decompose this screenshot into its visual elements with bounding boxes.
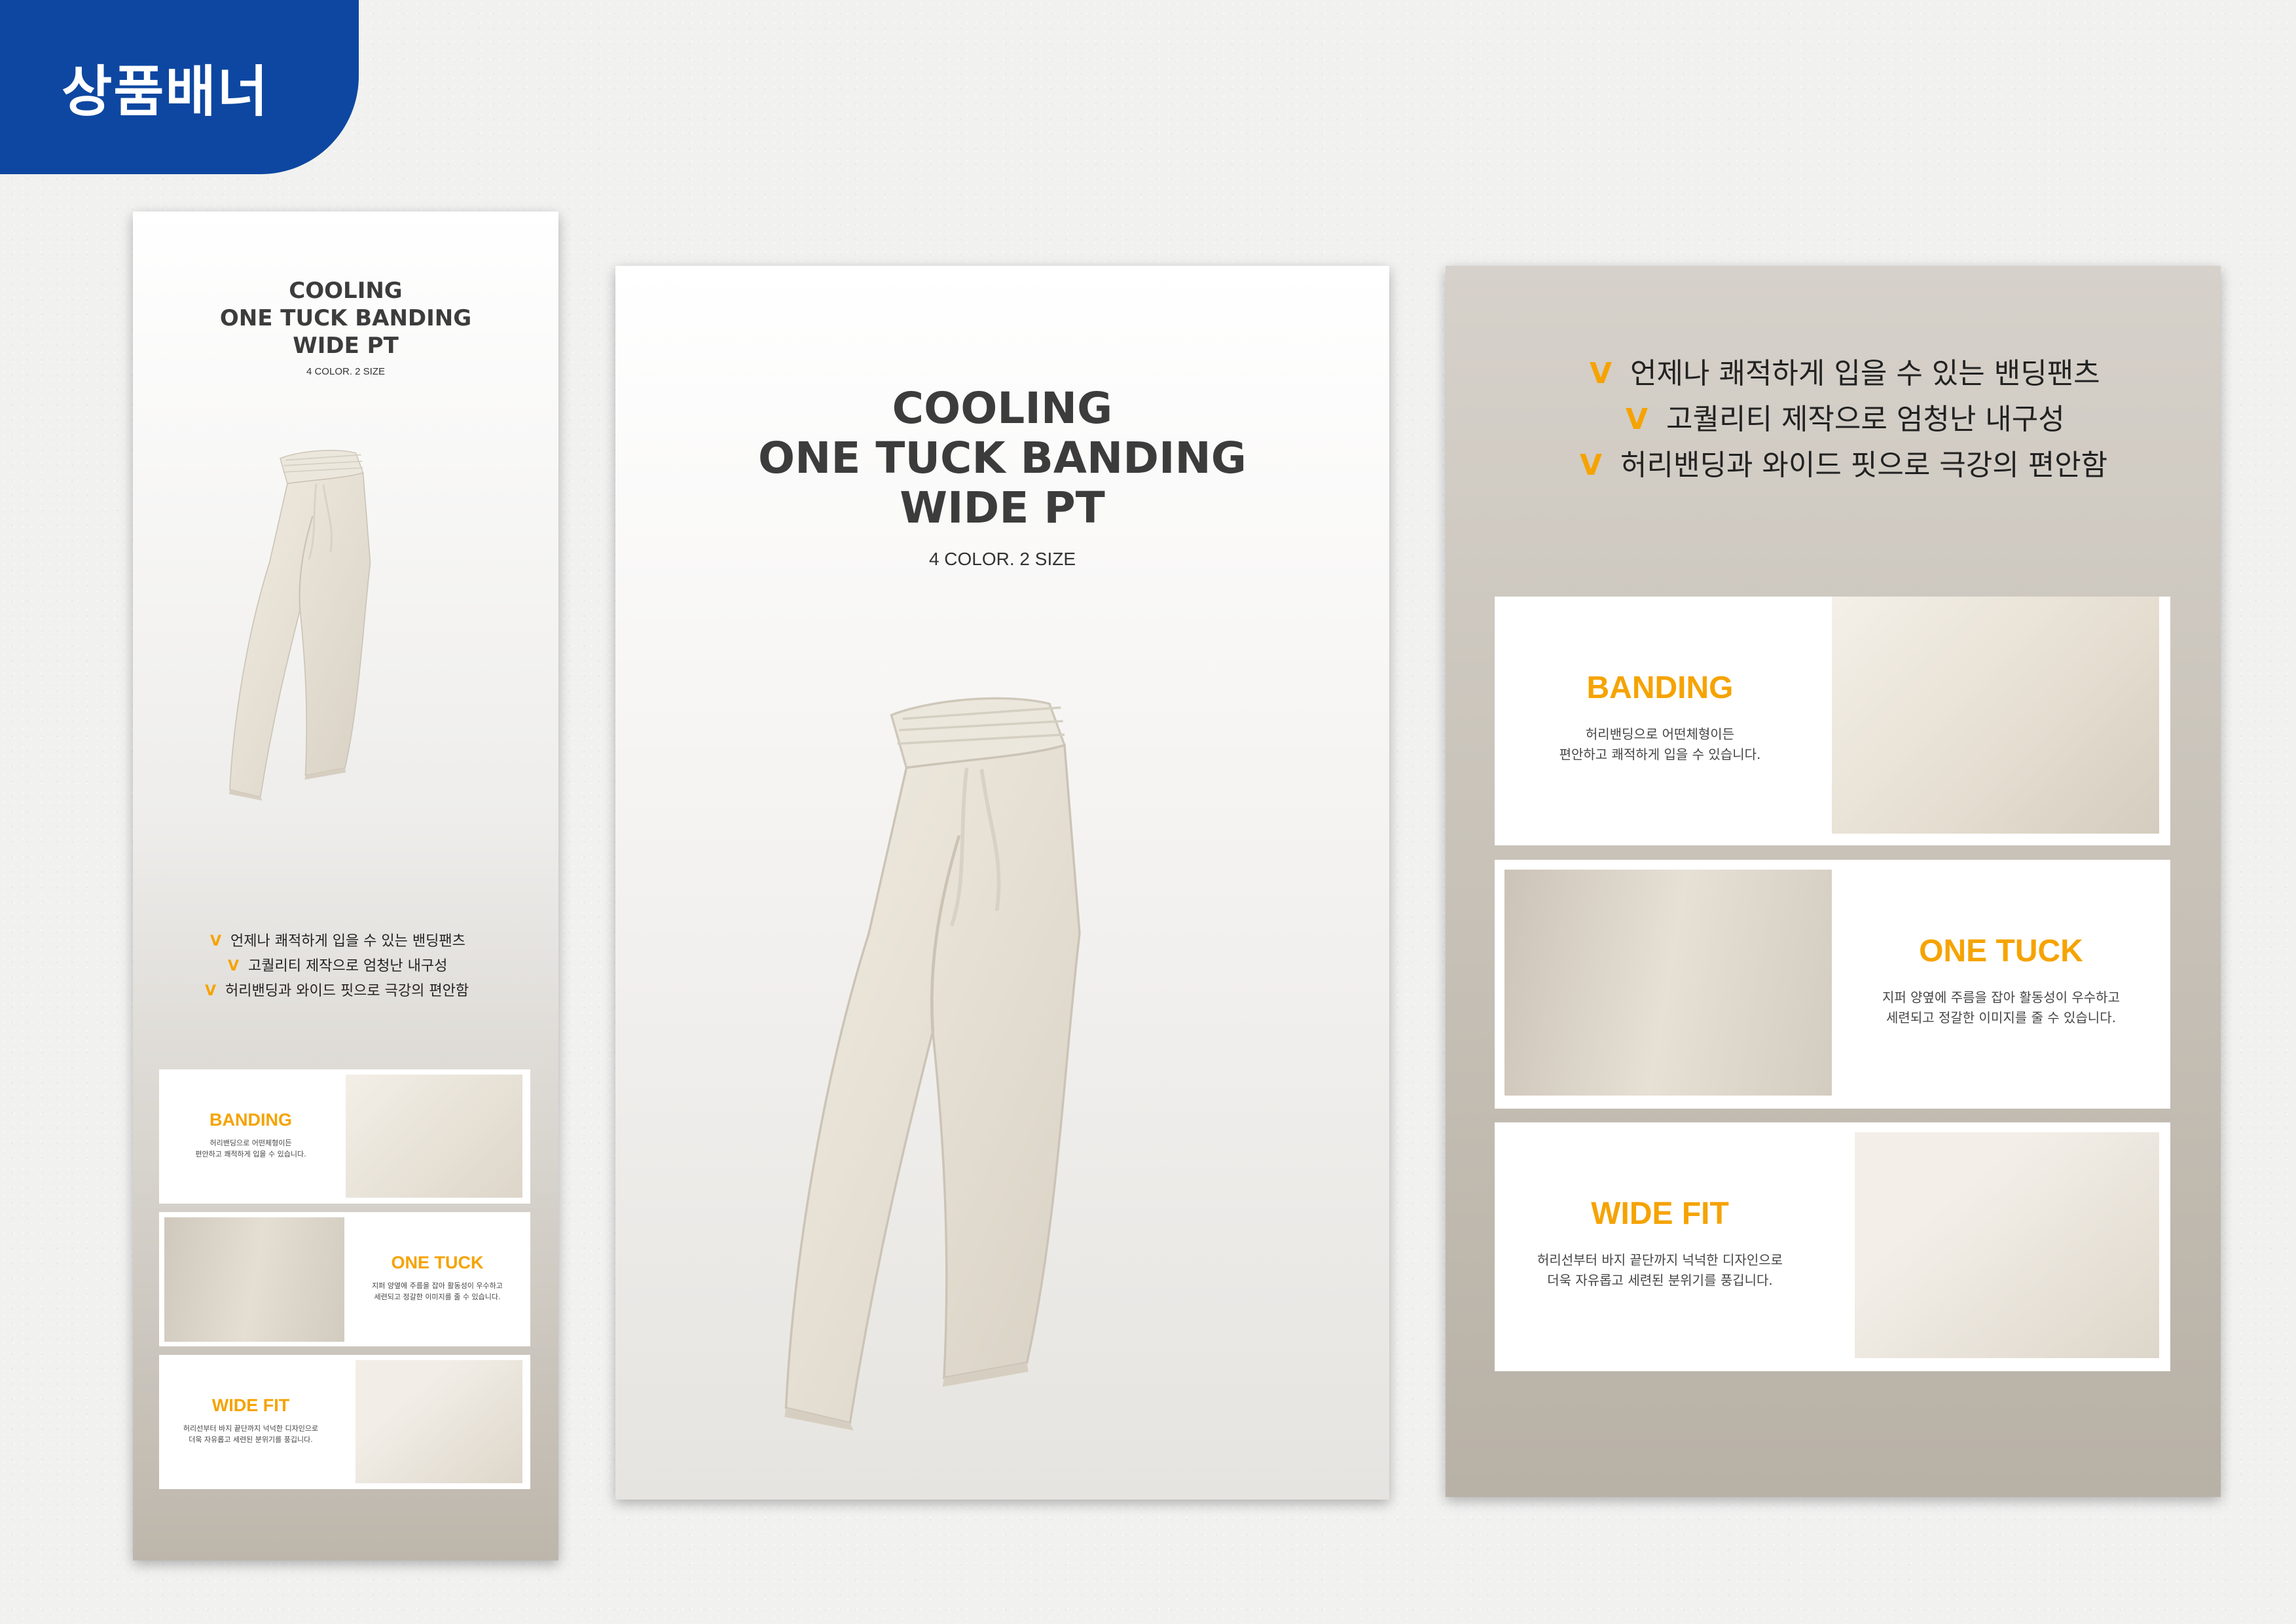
bullet-2: V 고퀄리티 제작으로 엄청난 내구성 (228, 958, 448, 974)
product-title: COOLING ONE TUCK BANDING WIDE PT (615, 384, 1389, 533)
title-line-3: WIDE PT (900, 483, 1105, 533)
product-subtitle: 4 COLOR. 2 SIZE (928, 549, 1076, 569)
feature-card-wide-fit: WIDE FIT 허리선부터 바지 끝단까지 넉넉한 디자인으로 더욱 자유롭고 … (159, 1355, 530, 1489)
drawstring-closeup (1504, 870, 1832, 1096)
feature-desc: 허리선부터 바지 끝단까지 넉넉한 디자인으로 더욱 자유롭고 세련된 분위기를 … (183, 1424, 319, 1445)
section-tag: 상품배너 (0, 0, 359, 174)
title-line-2: ONE TUCK BANDING (758, 433, 1247, 483)
feature-card-banding: BANDING 허리밴딩으로 어떤체형이든 편안하고 쾌적하게 입을 수 있습니다… (1495, 597, 2170, 845)
bullet-1: V 언제나 쾌적하게 입을 수 있는 밴딩팬츠 (1590, 357, 2100, 390)
feature-desc: 지퍼 양옆에 주름을 잡아 활동성이 우수하고 세련되고 정갈한 이미지를 줄 수… (1882, 989, 2120, 1025)
product-title: COOLING ONE TUCK BANDING WIDE PT (133, 277, 558, 360)
bullet-1: V 언제나 쾌적하게 입을 수 있는 밴딩팬츠 (210, 933, 465, 950)
feature-title: ONE TUCK (1919, 934, 2083, 969)
section-tag-label: 상품배너 (62, 59, 270, 124)
waistband-closeup (1832, 597, 2159, 834)
bullet-3: V 허리밴딩과 와이드 핏으로 극강의 편안함 (205, 983, 469, 999)
feature-desc: 지퍼 양옆에 주름을 잡아 활동성이 우수하고 세련되고 정갈한 이미지를 줄 수… (372, 1282, 503, 1302)
feature-title: BANDING (1586, 671, 1734, 705)
feature-title: ONE TUCK (391, 1253, 484, 1272)
title-line-1: COOLING (892, 383, 1113, 434)
pants-photo (228, 449, 371, 802)
feature-card-wide-fit: WIDE FIT 허리선부터 바지 끝단까지 넉넉한 디자인으로 더욱 자유롭고 … (1495, 1122, 2170, 1371)
main-banner: COOLING ONE TUCK BANDING WIDE PT 4 COLOR… (615, 266, 1389, 1500)
feature-desc: 허리밴딩으로 어떤체형이든 편안하고 쾌적하게 입을 수 있습니다. (1559, 726, 1761, 762)
feature-banner: V 언제나 쾌적하게 입을 수 있는 밴딩팬츠 V 고퀄리티 제작으로 엄청난 … (1446, 266, 2221, 1497)
feature-desc: 허리밴딩으로 어떤체형이든 편안하고 쾌적하게 입을 수 있습니다. (195, 1139, 306, 1159)
feature-title: WIDE FIT (211, 1395, 290, 1415)
bullet-3: V 허리밴딩과 와이드 핏으로 극강의 편안함 (1580, 449, 2108, 482)
title-line-1: COOLING (289, 278, 403, 304)
detail-banner-long: COOLING ONE TUCK BANDING WIDE PT 4 COLOR… (133, 212, 558, 1560)
waistband-closeup (346, 1075, 522, 1198)
title-line-3: WIDE PT (293, 333, 399, 359)
pants-photo (733, 685, 1231, 1471)
drawstring-closeup (164, 1217, 344, 1342)
feature-card-one-tuck: ONE TUCK 지퍼 양옆에 주름을 잡아 활동성이 우수하고 세련되고 정갈한… (1495, 860, 2170, 1109)
product-subtitle: 4 COLOR. 2 SIZE (306, 366, 386, 377)
feature-card-banding: BANDING 허리밴딩으로 어떤체형이든 편안하고 쾌적하게 입을 수 있습니다… (159, 1069, 530, 1204)
bullet-2: V 고퀄리티 제작으로 엄청난 내구성 (1626, 403, 2065, 436)
title-line-2: ONE TUCK BANDING (219, 305, 472, 331)
feature-card-one-tuck: ONE TUCK 지퍼 양옆에 주름을 잡아 활동성이 우수하고 세련되고 정갈한… (159, 1212, 530, 1346)
hem-closeup (1855, 1132, 2159, 1358)
feature-desc: 허리선부터 바지 끝단까지 넉넉한 디자인으로 더욱 자유롭고 세련된 분위기를 … (1537, 1252, 1783, 1288)
feature-title: WIDE FIT (1591, 1196, 1729, 1231)
feature-title: BANDING (210, 1110, 292, 1130)
hem-closeup (355, 1360, 522, 1483)
